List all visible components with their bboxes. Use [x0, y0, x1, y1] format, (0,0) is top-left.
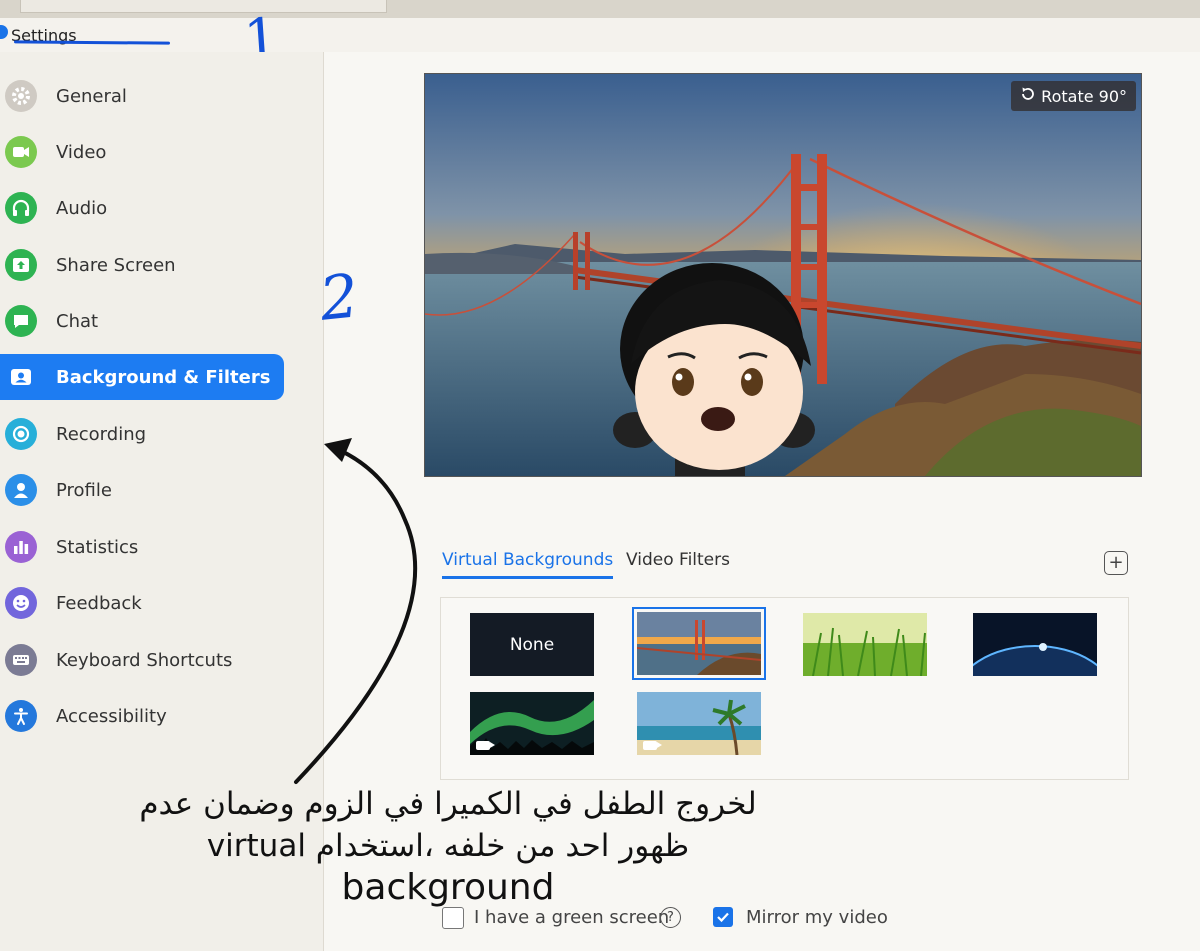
green-screen-label: I have a green screen	[474, 907, 670, 928]
keyboard-icon	[5, 644, 37, 676]
mirror-video-checkbox[interactable]	[713, 907, 733, 927]
annotation-note-line-2: ظهور احد من خلفه ،استخدام virtual	[206, 827, 690, 864]
video-background-icon	[643, 741, 662, 750]
rotate-label: Rotate 90°	[1041, 86, 1127, 106]
sidebar-item-general[interactable]: General	[0, 73, 284, 119]
sidebar-label-audio: Audio	[56, 197, 108, 219]
sidebar-label-accessibility: Accessibility	[56, 705, 167, 727]
golden-gate-background-image	[425, 74, 1141, 476]
sidebar-item-chat[interactable]: Chat	[0, 298, 284, 344]
profile-person-icon	[5, 474, 37, 506]
background-thumb-grass[interactable]	[803, 613, 927, 676]
sidebar-item-keyboard-shortcuts[interactable]: Keyboard Shortcuts	[0, 637, 284, 683]
person-card-icon	[5, 361, 37, 393]
background-thumb-none[interactable]: None	[470, 613, 594, 676]
sidebar-item-background-filters[interactable]: Background & Filters	[0, 354, 284, 400]
chat-bubble-icon	[5, 305, 37, 337]
sidebar-item-feedback[interactable]: Feedback	[0, 580, 284, 626]
mirror-video-label: Mirror my video	[746, 907, 888, 928]
sidebar-label-general: General	[56, 85, 127, 107]
annotation-step-2: 2	[316, 261, 362, 335]
annotation-note: لخروج الطفل في الكميرا في الزوم وضمان عد…	[130, 784, 766, 907]
checkmark-icon	[717, 912, 729, 923]
thumb-none-label: None	[509, 634, 555, 655]
grass-thumbnail	[803, 613, 927, 676]
background-thumb-golden-gate[interactable]	[632, 607, 766, 680]
sidebar-label-keyboard-shortcuts: Keyboard Shortcuts	[56, 649, 233, 671]
smiley-icon	[5, 587, 37, 619]
annotation-note-line-1: لخروج الطفل في الكميرا في الزوم وضمان عد…	[139, 786, 757, 822]
sidebar-label-feedback: Feedback	[56, 592, 142, 614]
share-screen-icon	[5, 249, 37, 281]
title-bar	[0, 18, 1200, 53]
sidebar-item-profile[interactable]: Profile	[0, 467, 284, 513]
sidebar-item-video[interactable]: Video	[0, 129, 284, 175]
sidebar-label-chat: Chat	[56, 310, 99, 332]
help-icon[interactable]: ?	[660, 907, 681, 928]
camera-preview: Rotate 90°	[424, 73, 1142, 477]
gear-icon	[5, 80, 37, 112]
background-thumb-earth-space[interactable]	[973, 613, 1097, 676]
green-screen-checkbox[interactable]	[442, 907, 464, 929]
sidebar-label-statistics: Statistics	[56, 536, 139, 558]
video-camera-icon	[5, 136, 37, 168]
rotate-90-button[interactable]: Rotate 90°	[1011, 81, 1136, 111]
bar-chart-icon	[5, 531, 37, 563]
headphones-icon	[5, 192, 37, 224]
record-circle-icon	[5, 418, 37, 450]
sidebar-label-video: Video	[56, 141, 107, 163]
sidebar-item-accessibility[interactable]: Accessibility	[0, 693, 284, 739]
rotate-icon	[1020, 86, 1036, 106]
annotation-note-line-3: background	[341, 866, 555, 908]
video-background-icon	[476, 741, 495, 750]
background-thumb-beach[interactable]	[637, 692, 761, 755]
background-thumb-aurora[interactable]	[470, 692, 594, 755]
sidebar-label-recording: Recording	[56, 423, 147, 445]
golden-gate-thumbnail	[637, 612, 761, 675]
background-window-tab	[20, 0, 387, 13]
sidebar-label-share-screen: Share Screen	[56, 254, 176, 276]
tab-video-filters[interactable]: Video Filters	[626, 550, 730, 576]
sidebar-item-statistics[interactable]: Statistics	[0, 524, 284, 570]
add-background-button[interactable]: +	[1104, 551, 1128, 575]
accessibility-icon	[5, 700, 37, 732]
sidebar-item-recording[interactable]: Recording	[0, 411, 284, 457]
sidebar-label-background-filters: Background & Filters	[56, 366, 271, 388]
sidebar-item-audio[interactable]: Audio	[0, 185, 284, 231]
sidebar-label-profile: Profile	[56, 479, 112, 501]
earth-space-thumbnail	[973, 613, 1097, 676]
tab-virtual-backgrounds[interactable]: Virtual Backgrounds	[442, 550, 614, 579]
sidebar-item-share-screen[interactable]: Share Screen	[0, 242, 284, 288]
